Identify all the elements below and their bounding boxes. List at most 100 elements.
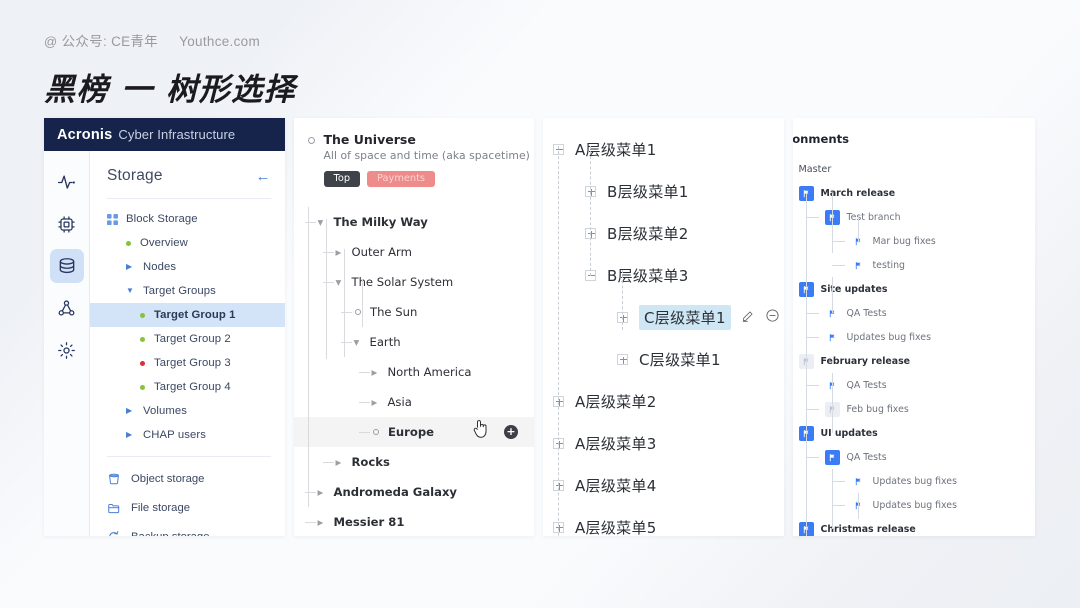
env-tree-item[interactable]: February release [793,349,1035,373]
cn-tree-item[interactable]: A层级菜单4 [543,464,784,506]
branch-flag-icon [825,330,840,345]
env-tree-item[interactable]: Feb bug fixes [793,397,1035,421]
acronis-storage-link-label: Object storage [131,472,205,485]
acronis-storage-link[interactable]: File storage [90,493,285,522]
cn-tree-item[interactable]: A层级菜单2 [543,380,784,422]
chevron-right-icon[interactable]: ▶ [126,431,135,439]
tree-guide-line [805,193,807,536]
env-tree-item[interactable]: Test branch [793,205,1035,229]
env-tree-item[interactable]: Site updates [793,277,1035,301]
acronis-tree-item[interactable]: ▶ Nodes [90,255,285,279]
branch-flag-icon [851,258,866,273]
env-tree-item-label: testing [872,259,906,271]
cn-tree-item[interactable]: C层级菜单1 [543,296,784,338]
universe-tree-item[interactable]: ▶ Outer Arm [294,237,535,267]
acronis-product: Cyber Infrastructure [118,127,236,142]
storage-header: Storage ← [90,151,285,185]
panel-universe: The Universe All of space and time (aka … [293,118,535,536]
chevron-down-icon[interactable]: ▼ [126,287,135,295]
cn-tree-item[interactable]: A层级菜单5 [543,506,784,536]
cn-tree-item[interactable]: B层级菜单1 [543,170,784,212]
env-tree-item[interactable]: Updates bug fixes [793,325,1035,349]
cn-tree-item-label: B层级菜单1 [607,182,689,201]
universe-tree-item[interactable]: Europe + [293,417,534,448]
edit-pencil-icon[interactable] [741,308,754,327]
env-tree-item[interactable]: Mar bug fixes [793,229,1035,253]
env-tree-item-label: UI updates [820,427,878,439]
universe-tree-item[interactable]: ▶ Messier 81 [294,507,535,536]
expand-plus-icon[interactable] [617,353,628,365]
acronis-tree-item[interactable]: ▼ Target Groups [90,279,285,303]
acronis-tree-item[interactable]: Block Storage [90,207,285,231]
acronis-storage-link[interactable]: Object storage [90,464,285,493]
acronis-storage-link[interactable]: Backup storage [90,522,285,536]
tree-guide-line [831,193,833,253]
chevron-down-icon[interactable]: ▼ [354,339,363,347]
universe-tree-item[interactable]: ▶ Asia [294,387,535,417]
cn-tree-item[interactable]: A层级菜单1 [543,128,784,170]
universe-tree-item[interactable]: ▶ Andromeda Galaxy [294,477,535,507]
settings-icon[interactable] [50,333,84,367]
watermark-line: @ 公众号: CE青年 Youthce.com [44,30,296,50]
arrow-left-icon[interactable]: ← [256,169,271,184]
tree-guide-line [805,457,819,458]
acronis-tree-item[interactable]: ▶ Volumes [90,399,285,423]
universe-tree-item[interactable]: ▼ Earth [294,327,535,357]
universe-root-description: All of space and time (aka spacetime) [323,149,530,162]
env-tree-item-label: Feb bug fixes [846,403,909,415]
tag-payments[interactable]: Payments [367,171,436,188]
env-tree-item[interactable]: Updates bug fixes [793,469,1035,493]
env-tree-item[interactable]: QA Tests [793,301,1035,325]
remove-circle-icon[interactable] [765,308,780,327]
universe-tree-item[interactable]: ▶ Rocks [294,447,535,477]
network-icon[interactable] [50,291,84,325]
universe-tree-item[interactable]: ▼ The Solar System [294,267,535,297]
add-node-button[interactable]: + [504,425,518,440]
acronis-tree-item[interactable]: Target Group 4 [90,375,285,399]
chevron-right-icon[interactable]: ▶ [318,489,327,497]
cn-tree-item[interactable]: A层级菜单3 [543,422,784,464]
env-tree-item-label: Updates bug fixes [872,475,957,487]
env-tree-item[interactable]: QA Tests [793,445,1035,469]
storage-icon[interactable] [49,249,84,283]
chevron-right-icon[interactable]: ▶ [372,369,381,377]
cpu-icon[interactable] [50,207,84,241]
env-tree-item-label: February release [820,355,911,367]
env-tree-item[interactable]: QA Tests [793,373,1035,397]
chevron-right-icon[interactable]: ▶ [318,519,327,527]
universe-tree-item[interactable]: The Sun [294,297,535,327]
panel-acronis: Acronis Cyber Infrastructure Storage ← B… [44,118,285,536]
env-tree-item[interactable]: testing [793,253,1035,277]
env-tree-item[interactable]: Updates bug fixes [793,493,1035,517]
universe-root-node[interactable]: The Universe All of space and time (aka … [294,132,535,188]
chevron-right-icon[interactable]: ▶ [126,263,135,271]
universe-tree-item[interactable]: ▼ The Milky Way [294,207,535,237]
cn-tree-item[interactable]: B层级菜单3 [543,254,784,296]
env-tree-item[interactable]: UI updates [793,421,1035,445]
cn-tree-item[interactable]: B层级菜单2 [543,212,784,254]
status-dot-red [140,360,145,366]
tree-guide-line [590,146,591,276]
chevron-right-icon[interactable]: ▶ [126,407,135,415]
universe-tree-item[interactable]: ▶ North America [294,357,535,387]
tag-top[interactable]: Top [323,171,361,188]
env-tree-item[interactable]: Christmas release [793,517,1035,536]
acronis-tree-item[interactable]: Target Group 3 [90,351,285,375]
tree-guide-line [831,241,845,242]
acronis-tree-item[interactable]: Target Group 1 [90,303,285,327]
acronis-tree-item[interactable]: ▶ CHAP users [90,423,285,447]
acronis-tree-item-label: Nodes [143,261,177,273]
acronis-tree-item[interactable]: Overview [90,231,285,255]
acronis-tree-item-label: Target Group 3 [154,357,231,369]
universe-tree-item-label: North America [387,365,472,380]
chevron-right-icon[interactable]: ▶ [372,399,381,407]
cn-tree-item[interactable]: C层级菜单1 [543,338,784,380]
universe-tree-item-label: Earth [369,335,401,350]
acronis-tree-item[interactable]: Target Group 2 [90,327,285,351]
tree-guide-line [805,313,819,314]
cn-tree-item-label: C层级菜单1 [639,304,731,330]
env-tree-item[interactable]: March release [793,181,1035,205]
acronis-tree-item-label: Block Storage [126,213,198,225]
chevron-right-icon[interactable]: ▶ [336,459,345,467]
activity-icon[interactable] [50,165,84,199]
